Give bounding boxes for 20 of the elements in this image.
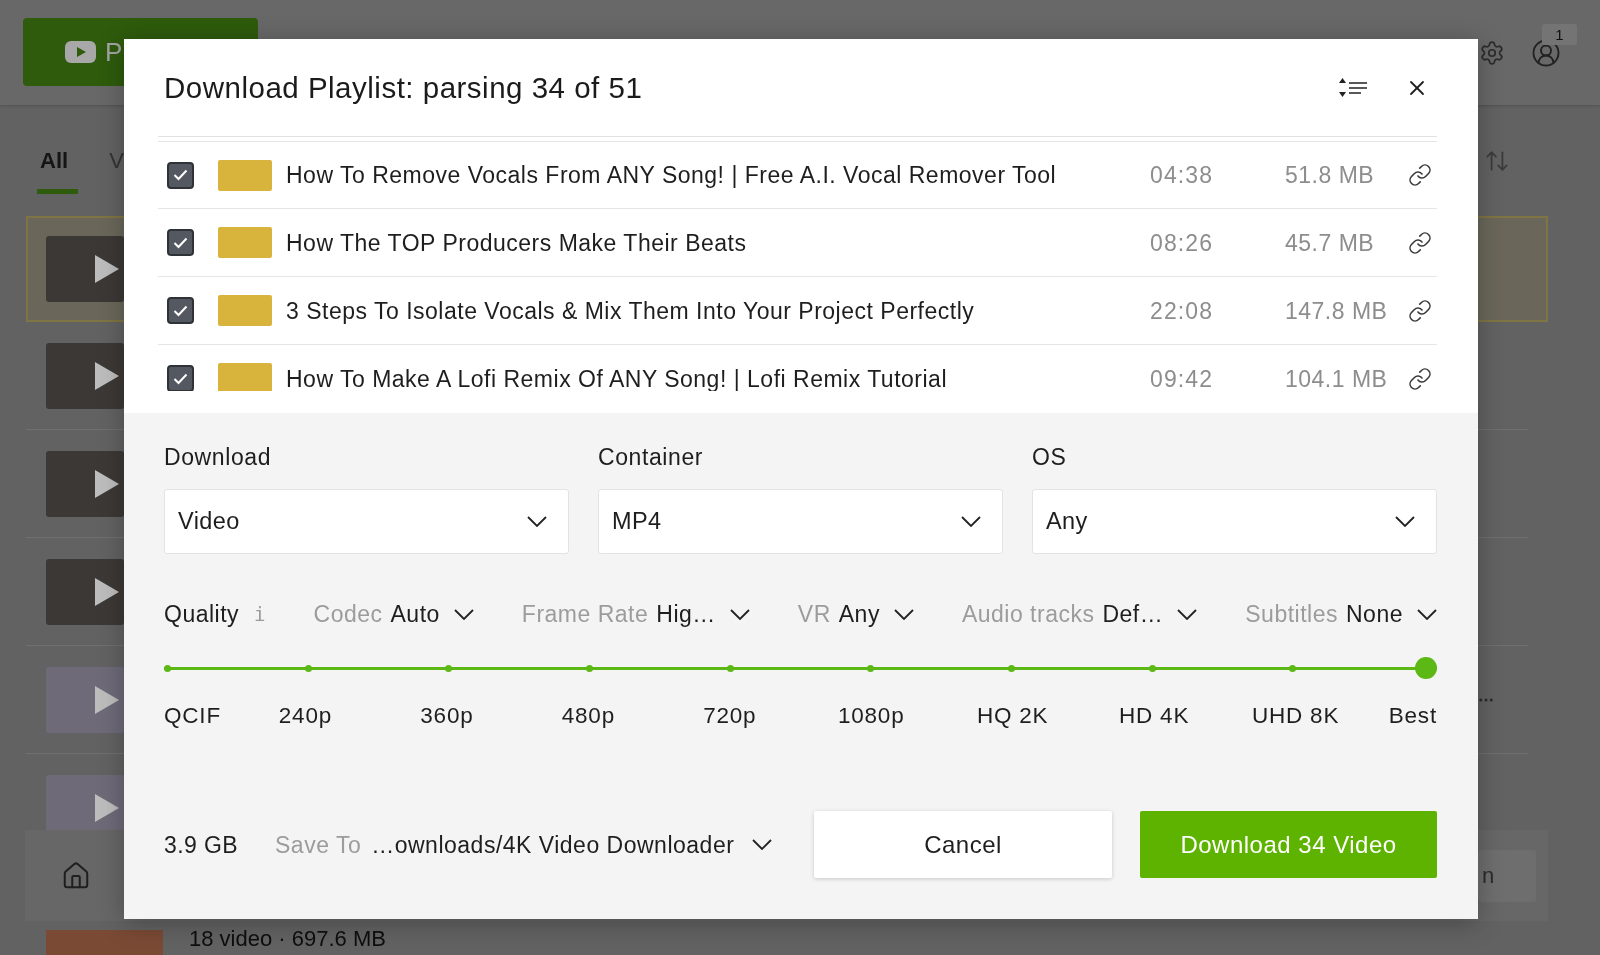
video-duration: 22:08 xyxy=(1150,297,1215,324)
total-size: 3.9 GB xyxy=(164,831,238,858)
video-duration: 08:26 xyxy=(1150,229,1215,256)
field-label: Container xyxy=(598,444,704,470)
file-size: 45.7 MB xyxy=(1285,229,1376,256)
video-title: How The TOP Producers Make Their Beats xyxy=(286,229,748,256)
quality-label: Quality xyxy=(164,601,240,627)
video-title: How To Remove Vocals From ANY Song! | Free A.I. Vocal Remover Tool xyxy=(286,162,1058,188)
field-label: OS xyxy=(1032,444,1067,470)
notification-badge: 1 xyxy=(1542,24,1577,45)
video-title: How To Make A Lofi Remix Of ANY Song! | Lofi Remix Tutorial xyxy=(286,365,948,391)
file-size: 147.8 MB xyxy=(1285,297,1389,324)
dialog-title: Download Playlist: parsing 34 of 51 xyxy=(164,69,643,106)
field-label: Download xyxy=(164,444,272,470)
video-duration: 09:42 xyxy=(1150,365,1215,391)
video-duration: 04:38 xyxy=(1150,162,1215,188)
video-title: 3 Steps To Isolate Vocals & Mix Them Into Your Project Perfectly xyxy=(286,297,976,324)
playlist-meta: 18 video · 697.6 MB xyxy=(189,926,386,952)
file-size: 104.1 MB xyxy=(1285,365,1389,391)
file-size: 51.8 MB xyxy=(1285,162,1376,188)
